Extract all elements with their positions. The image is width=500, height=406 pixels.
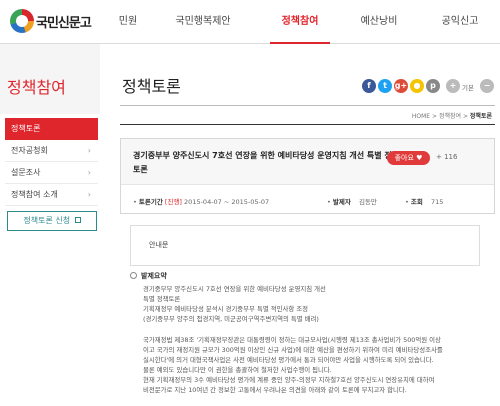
page-title: 정책토론 <box>122 77 181 96</box>
view-count: • 조회 715 <box>405 196 443 206</box>
propose-debate-button[interactable]: 정책토론 신청 <box>7 211 97 231</box>
summary-line: 이고 국가의 재정지원 규모가 300억원 이상인 신규 사업)에 대한 예산을… <box>143 346 443 354</box>
period-value: 2015-04-07 ~ 2015-05-07 <box>184 198 270 206</box>
debate-period: • 토론기간 [진행] 2015-04-07 ~ 2015-05-07 <box>133 196 269 206</box>
summary-line: 기획재정부 예비타당성 분석시 경기중부부 특별 적인사항 조정 <box>143 305 309 313</box>
breadcrumb-separator: > <box>431 113 438 120</box>
chevron-right-icon: › <box>87 168 91 177</box>
notice-box: 안내문 <box>130 225 480 266</box>
sidebar-header: 정책참여 <box>0 44 100 114</box>
nav-item-petition[interactable]: 민원 <box>106 0 150 44</box>
notice-label: 안내문 <box>149 241 169 249</box>
sidebar-item-survey[interactable]: 설문조사 › <box>5 162 98 184</box>
views-label: 조회 <box>410 198 423 206</box>
summary-line: 국가재정법 제38조 '기획재정부장관은 대통령령이 정하는 대규모사업(시행령… <box>143 336 441 344</box>
bullet-icon: • <box>133 198 137 206</box>
sidebar-item-hearing[interactable]: 전자공청회 › <box>5 140 98 162</box>
sidebar-item-label: 정책참여 소개 <box>11 190 58 199</box>
nav-item-budget-waste[interactable]: 예산낭비 <box>352 0 406 44</box>
writer-label: 발제자 <box>332 198 351 206</box>
writer-info: • 발제자 김동만 <box>327 196 377 206</box>
chevron-right-icon: › <box>87 146 91 155</box>
breadcrumb-parent[interactable]: 정책참여 <box>439 113 461 120</box>
breadcrumb: HOME > 정책참여 > 정책토론 <box>412 111 492 120</box>
sidebar-item-label: 정책토론 <box>11 124 41 133</box>
like-label: 좋아요 <box>394 154 414 162</box>
zoom-out-icon[interactable]: − <box>480 79 494 93</box>
heart-icon: ♥ <box>416 154 423 162</box>
breadcrumb-current: 정책토론 <box>469 113 492 120</box>
breadcrumb-home[interactable]: HOME <box>412 113 430 120</box>
logo-text: 국민신문고 <box>36 16 92 31</box>
debate-post: 경기중부부 양주신도시 7호선 연장을 위한 예비타당성 운영지침 개선 특별 … <box>120 138 495 214</box>
zoom-in-icon[interactable]: + <box>446 79 460 93</box>
summary-line: 물론 예외도 있습니다만 이 권한을 총괄하여 철저한 사업수행이 됩니다. <box>143 366 332 374</box>
summary-line: 실시한다'에 의거 대형국책사업은 사전 예비타당성 평가에서 통과 되어야만 … <box>143 356 434 364</box>
logo-mark-icon <box>10 9 34 33</box>
content-top-border <box>120 124 495 125</box>
post-header: 경기중부부 양주신도시 7호선 연장을 위한 예비타당성 운영지침 개선 특별 … <box>121 139 494 185</box>
bullet-icon: • <box>405 198 409 206</box>
views-value: 715 <box>430 198 444 206</box>
summary-line: 비전문가로 지난 10여년 간 정보한 고통에서 우려나온 의견을 아래와 같이… <box>143 386 407 394</box>
summary-line: (경기중부부 양주의 접경지역, 미군공여구역주변지역의 특별 배려) <box>143 315 319 323</box>
post-title: 경기중부부 양주신도시 7호선 연장을 위한 예비타당성 운영지침 개선 특별 … <box>133 151 400 174</box>
title-divider <box>120 105 495 106</box>
google-plus-icon[interactable]: g+ <box>394 79 408 93</box>
breadcrumb-separator: > <box>462 113 468 120</box>
status-badge: [진행] <box>164 198 182 206</box>
sidebar-item-intro[interactable]: 정책참여 소개 › <box>5 184 98 206</box>
twitter-icon[interactable]: t <box>378 79 392 93</box>
writer-value: 김동만 <box>358 198 377 206</box>
nav-item-public-report[interactable]: 공익신고 <box>432 0 488 44</box>
print-icon[interactable]: p <box>426 79 440 93</box>
summary-line: 현재 기획재정부의 3수 예비타당성 평가에 계류 중인 양주-의정부 지하철7… <box>143 376 435 384</box>
font-size-label: 기본 <box>462 84 474 92</box>
sidebar-item-label: 설문조사 <box>11 168 41 177</box>
like-button[interactable]: 좋아요 ♥ <box>387 151 430 165</box>
kakao-icon[interactable]: ● <box>410 79 424 93</box>
bullet-icon: • <box>327 198 331 206</box>
facebook-icon[interactable]: f <box>362 79 376 93</box>
summary-line: 경기중부부 양주신도시 7호선 연장을 위한 예비타당성 운영지침 개선 <box>143 285 326 293</box>
chevron-right-icon: › <box>87 190 91 199</box>
sidebar-title: 정책참여 <box>7 78 66 97</box>
external-link-icon <box>74 217 81 223</box>
site-header: 국민신문고 민원 국민행복제안 정책참여 예산낭비 공익신고 <box>0 0 500 44</box>
summary-line: 특별 정책토론 <box>143 295 181 303</box>
sidebar-item-debate[interactable]: 정책토론 <box>5 118 98 140</box>
nav-item-policy[interactable]: 정책참여 <box>270 0 330 44</box>
circle-bullet-icon <box>130 272 137 279</box>
like-count: + 116 <box>436 153 458 161</box>
summary-title: 발제요약 <box>141 272 167 280</box>
site-logo[interactable]: 국민신문고 <box>10 7 92 35</box>
sidebar-item-label: 전자공청회 <box>11 146 48 155</box>
propose-debate-label: 정책토론 신청 <box>23 216 71 225</box>
period-label: 토론기간 <box>138 198 163 206</box>
nav-item-proposal[interactable]: 국민행복제안 <box>162 0 244 44</box>
summary-heading: 발제요약 <box>130 271 167 281</box>
